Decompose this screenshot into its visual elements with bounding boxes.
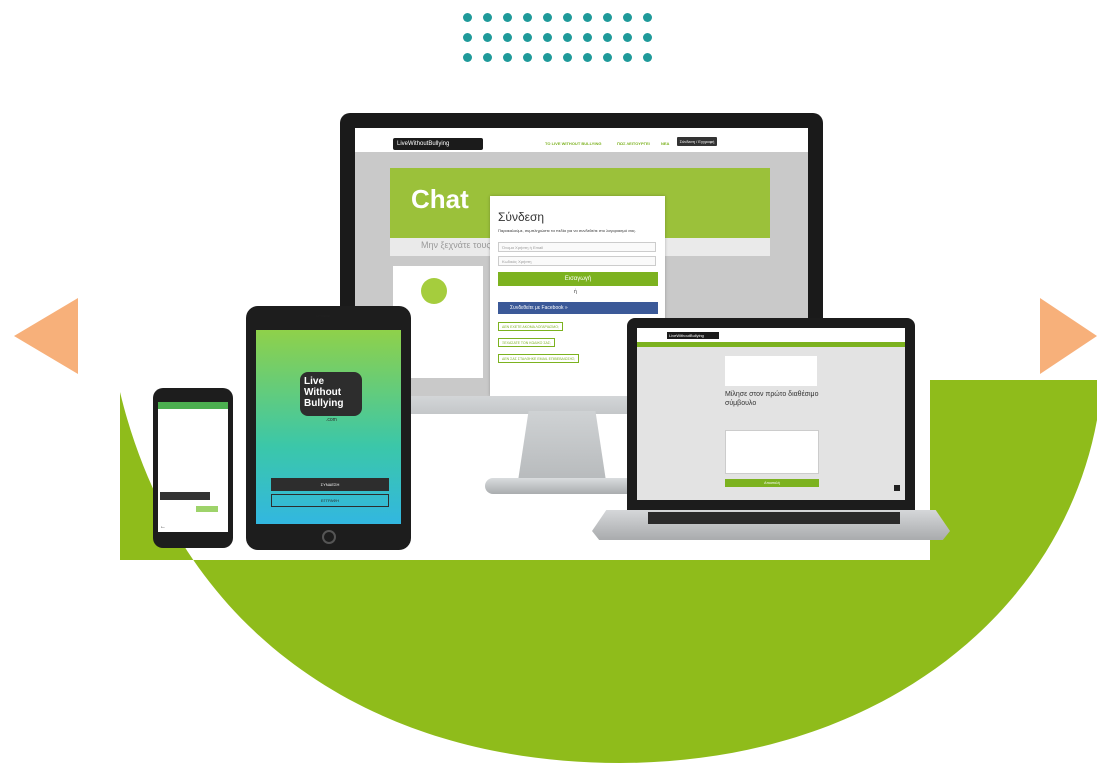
forgot-password-link[interactable]: ΞΕΧΑΣΑΤΕ ΤΟΝ ΚΩΔΙΚΟ ΣΑΣ; [498,338,556,347]
modal-title: Σύνδεση [498,210,545,224]
laptop-logo[interactable]: LiveWithoutBullying [667,332,719,339]
phone-screen [158,402,228,532]
or-separator: ή [574,289,577,295]
tablet-register-button[interactable]: ΕΓΓΡΑΦΗ [271,494,389,507]
laptop-notice [725,356,817,386]
tablet-login-button[interactable]: ΣΥΝΔΕΣΗ [271,478,389,491]
nav-link-about[interactable]: ΤΟ LIVE WITHOUT BULLYING [545,141,601,146]
laptop-screen: LiveWithoutBullying Μίλησε στον πρώτο δι… [637,328,905,500]
nav-link-how[interactable]: ΠΩΣ ΛΕΙΤΟΥΡΓΕΙ [617,141,650,146]
site-logo[interactable]: LiveWithoutBullying [393,138,483,150]
message-textarea[interactable] [725,430,819,474]
logo-line-2: Without [304,387,342,398]
monitor-stand [518,411,606,481]
monitor-base [485,478,637,494]
username-field[interactable]: Όνομα Χρήστη ή Email [498,242,656,252]
chat-title: Chat [411,184,469,214]
phone-icon [421,278,447,304]
back-arrow-icon[interactable]: ← [160,524,166,530]
nav-link-news[interactable]: ΝΕΑ [661,141,669,146]
laptop-nav-bar [637,342,905,347]
previous-arrow-icon[interactable] [14,298,78,374]
phone-status-bar [158,402,228,409]
laptop-keyboard [648,512,900,524]
login-register-button[interactable]: Σύνδεση / Εγγραφή [677,137,717,146]
laptop-heading: Μίλησε στον πρώτο διαθέσιμο σύμβουλο [725,391,819,407]
login-submit-button[interactable]: Εισαγωγή [498,272,658,286]
tablet-logo: Live Without Bullying [300,372,362,416]
logo-suffix: .com [326,417,337,423]
dots-decoration [458,8,658,68]
tablet-top-label: ΣΥΝΔΕΣΗ [316,314,331,318]
chat-bubble-outgoing [196,506,218,512]
next-arrow-icon[interactable] [1040,298,1097,374]
logo-line-1: Live [304,376,325,387]
no-account-link[interactable]: ΔΕΝ ΕΧΕΤΕ ΑΚΟΜΑ ΛΟΓΑΡΙΑΣΜΟ; [498,322,563,331]
password-field[interactable]: Κωδικός Χρήστη [498,256,656,266]
modal-subtitle: Παρακαλούμε, συμπληρώστε τα πεδία για να… [498,228,637,233]
hint-text: Μην ξεχνάτε τους [421,240,491,250]
resend-email-link[interactable]: ΔΕΝ ΣΑΣ ΣΤΑΛΘΗΚΕ EMAIL ΕΠΙΒΕΒΑΙΩΣΗΣ; [498,354,580,363]
facebook-login-button[interactable]: Συνδεθείτε με Facebook » [498,302,658,314]
send-button[interactable]: Αποστολή [725,479,819,487]
home-button-icon[interactable] [322,530,336,544]
logo-line-3: Bullying [304,398,344,409]
scroll-top-icon[interactable] [894,485,900,491]
chat-bubble-incoming [160,492,210,500]
